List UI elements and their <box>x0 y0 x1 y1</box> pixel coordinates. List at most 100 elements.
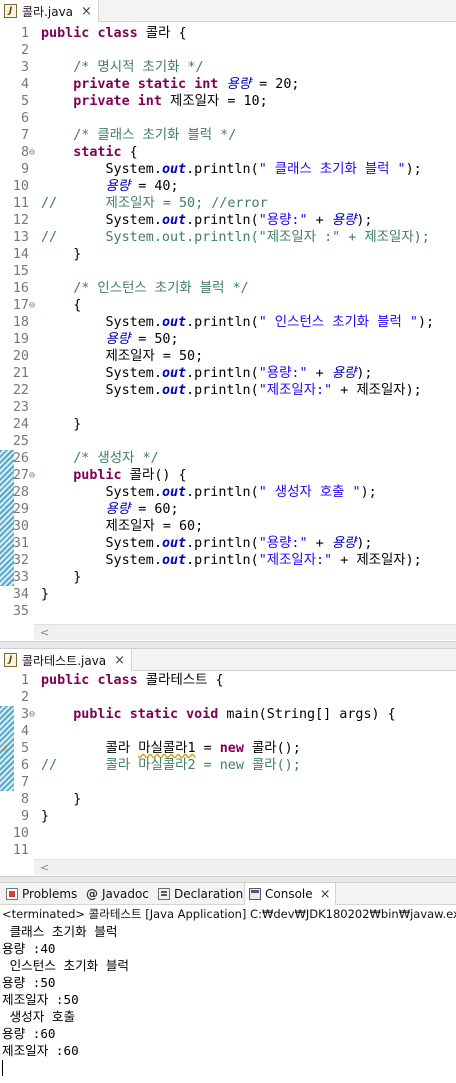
code-line: 11 // 제조일자 = 50; //error <box>0 195 456 212</box>
pane-divider[interactable] <box>0 641 456 649</box>
close-icon[interactable]: × <box>114 653 125 668</box>
code-text: System.out.println("용량:" + 용량); <box>41 366 373 381</box>
code-text: // System.out.println("제조일자 :" + 제조일자); <box>41 230 430 245</box>
problems-icon <box>6 888 18 900</box>
horizontal-scrollbar[interactable]: < <box>34 624 456 640</box>
code-text: /* 생성자 */ <box>73 451 159 466</box>
code-line: 25 <box>0 433 456 450</box>
text-caret <box>2 1060 3 1076</box>
tab-problems[interactable]: Problems <box>2 883 81 905</box>
tab-label: Declaration <box>174 887 244 901</box>
line-number: 10 <box>12 179 29 194</box>
horizontal-scrollbar[interactable]: < <box>34 859 456 875</box>
code-line: 21 System.out.println("용량:" + 용량); <box>0 365 456 382</box>
code-line: 17 ⊖ { <box>0 297 456 314</box>
scroll-left-icon[interactable]: < <box>40 861 49 874</box>
tab-console[interactable]: Console × <box>244 883 336 905</box>
code-line: 9} <box>0 808 456 825</box>
console-output[interactable]: 클래스 초기화 블럭 용량 :40 인스턴스 초기화 블럭 용량 :50 제조일자 :… <box>0 923 456 1059</box>
code-text: System.out.println("제조일자:" + 제조일자); <box>41 383 422 398</box>
line-number: 6 <box>20 758 29 773</box>
fold-toggle-icon[interactable]: ⊖ <box>29 706 39 723</box>
code-editor-cola-test[interactable]: 1 public class 콜라테스트 {2 3 ⊖ public static v… <box>0 672 456 862</box>
fold-toggle-icon[interactable]: ⊖ <box>29 467 39 484</box>
code-line: 23 <box>0 399 456 416</box>
tab-javadoc[interactable]: @ Javadoc <box>82 883 153 905</box>
code-line: 13 // System.out.println("제조일자 :" + 제조일자)… <box>0 229 456 246</box>
line-number: 11 <box>12 843 29 858</box>
line-number: 17 <box>12 298 29 313</box>
code-text: static { <box>73 145 138 160</box>
close-icon[interactable]: × <box>81 4 92 19</box>
code-text: System.out.println(" 클래스 초기화 블럭 "); <box>41 162 422 177</box>
line-number: 9 <box>20 162 29 177</box>
code-line: 9 System.out.println(" 클래스 초기화 블럭 "); <box>0 161 456 178</box>
line-number: 23 <box>12 400 29 415</box>
code-text: System.out.println("용량:" + 용량); <box>41 536 373 551</box>
pane-divider[interactable] <box>0 876 456 883</box>
code-line: 19 용량 = 50; <box>0 331 456 348</box>
console-line: 제조일자 :50 <box>2 992 79 1007</box>
line-number: 12 <box>12 213 29 228</box>
code-editor-cola[interactable]: 1 public class 콜라 {2 3 /* 명시적 초기화 */4 priv… <box>0 25 456 625</box>
code-line: 5 private int 제조일자 = 10; <box>0 93 456 110</box>
declaration-icon <box>158 888 170 900</box>
code-text: private int 제조일자 = 10; <box>73 94 268 109</box>
code-text: public class 콜라 { <box>41 26 187 41</box>
scroll-left-icon[interactable]: < <box>40 626 49 639</box>
code-line: 35 <box>0 603 456 620</box>
code-line: 11 <box>0 842 456 859</box>
editor-tabbar-1: J 콜라.java × <box>0 0 456 22</box>
code-text: 제조일자 = 50; <box>41 349 204 364</box>
code-line: 15 <box>0 263 456 280</box>
code-text: System.out.println("제조일자:" + 제조일자); <box>41 553 422 568</box>
line-number: 26 <box>12 451 29 466</box>
javadoc-icon: @ <box>86 887 98 901</box>
console-line: 인스턴스 초기화 블럭 <box>2 958 130 973</box>
code-line: 27 ⊖ public 콜라() { <box>0 467 456 484</box>
code-text: System.out.println("용량:" + 용량); <box>41 213 373 228</box>
code-line: 2 <box>0 689 456 706</box>
code-line: 30 제조일자 = 60; <box>0 518 456 535</box>
code-line: 18 System.out.println(" 인스턴스 초기화 블럭 "); <box>0 314 456 331</box>
fold-toggle-icon[interactable]: ⊖ <box>29 297 39 314</box>
line-number: 7 <box>20 128 29 143</box>
code-line: 1 public class 콜라 { <box>0 25 456 42</box>
console-line: 클래스 초기화 블럭 <box>2 924 118 939</box>
code-line: 10 용량 = 40; <box>0 178 456 195</box>
close-icon[interactable]: × <box>320 887 331 902</box>
line-number: 9 <box>20 809 29 824</box>
line-number: 25 <box>12 434 29 449</box>
code-line: 33 } <box>0 569 456 586</box>
tab-label: Console <box>265 887 313 901</box>
line-number: 1 <box>20 26 29 41</box>
code-line: 7 <box>0 774 456 791</box>
tab-declaration[interactable]: Declaration <box>154 883 247 905</box>
line-number: 32 <box>12 553 29 568</box>
warning-icon[interactable]: ⚠ <box>2 742 14 754</box>
code-text: // 콜라 마실콜라2 = new 콜라(); <box>41 758 301 773</box>
fold-toggle-icon[interactable]: ⊖ <box>29 144 39 161</box>
line-number: 29 <box>12 502 29 517</box>
console-status: <terminated> 콜라테스트 [Java Application] C:… <box>2 907 456 921</box>
code-text: // 제조일자 = 50; //error <box>41 196 268 211</box>
code-text: } <box>41 247 82 262</box>
code-text: public class 콜라테스트 { <box>41 673 224 688</box>
code-line: 34} <box>0 586 456 603</box>
console-line: 용량 :60 <box>2 1026 56 1041</box>
code-line: 10 <box>0 825 456 842</box>
line-number: 16 <box>12 281 29 296</box>
line-number: 7 <box>20 775 29 790</box>
code-line: 32 System.out.println("제조일자:" + 제조일자); <box>0 552 456 569</box>
code-line: 14 } <box>0 246 456 263</box>
code-text: { <box>41 298 82 313</box>
editor-tab-cola[interactable]: J 콜라.java × <box>0 0 99 22</box>
console-icon <box>249 888 261 900</box>
line-number: 2 <box>20 690 29 705</box>
code-text: } <box>41 570 82 585</box>
code-text: public static void main(String[] args) { <box>73 707 396 722</box>
tab-label: 콜라테스트.java <box>22 653 107 668</box>
editor-tab-cola-test[interactable]: J 콜라테스트.java × <box>0 649 133 671</box>
code-line: 6 <box>0 110 456 127</box>
line-number: 22 <box>12 383 29 398</box>
